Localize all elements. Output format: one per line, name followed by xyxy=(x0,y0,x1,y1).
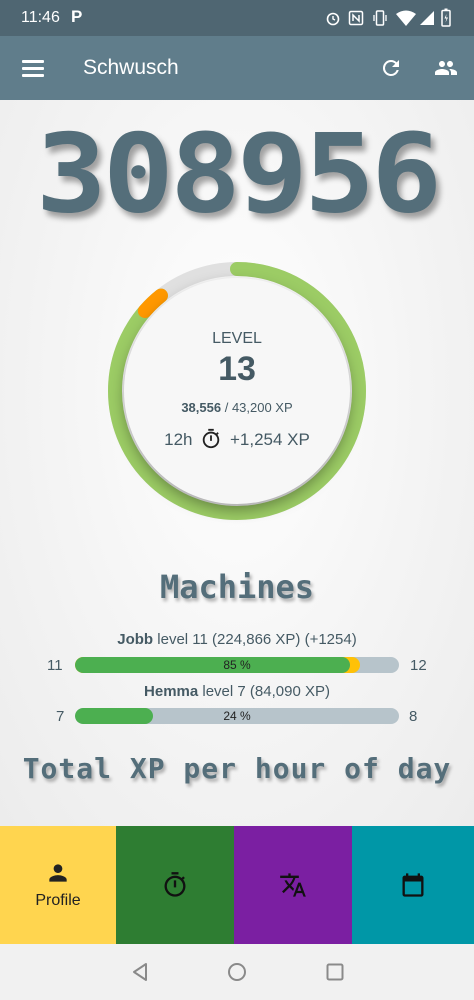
app-title: Schwusch xyxy=(83,56,179,79)
menu-icon[interactable] xyxy=(22,60,44,77)
machine-jobb-line: Jobb level 11 (224,866 XP) (+1254) xyxy=(0,631,474,648)
home-icon[interactable] xyxy=(227,962,247,982)
level-label: LEVEL xyxy=(212,330,262,347)
timer-icon xyxy=(203,428,220,449)
calendar-icon xyxy=(402,873,424,897)
machine-progress-pct: 85 % xyxy=(223,658,251,672)
rate-gain: +1,254 XP xyxy=(229,430,310,449)
machine-hemma-line: Hemma level 7 (84,090 XP) xyxy=(0,683,474,700)
level-value: 13 xyxy=(218,350,256,388)
back-icon[interactable] xyxy=(130,962,150,982)
app-bar: Schwusch xyxy=(0,36,474,100)
nav-tab-profile[interactable]: Profile xyxy=(0,826,116,944)
person-icon xyxy=(49,864,67,882)
xp-rate: 12h +1,254 XP xyxy=(107,428,367,450)
machine-name: Jobb xyxy=(117,631,154,648)
level-card xyxy=(124,278,350,504)
machine-name: Hemma xyxy=(144,683,199,700)
machine-level-from: 7 xyxy=(56,708,65,725)
total-xp-counter: 308956 xyxy=(35,110,442,238)
signal-icon xyxy=(420,11,434,25)
timer-icon xyxy=(164,872,186,897)
nav-tab-timer[interactable] xyxy=(116,826,234,944)
wifi-icon xyxy=(396,10,416,26)
machine-progress-bar: 85 % xyxy=(75,657,399,673)
vibrate-icon xyxy=(373,10,387,26)
machine-level-to: 8 xyxy=(409,708,418,725)
battery-icon xyxy=(441,8,451,27)
machine-progress-pct: 24 % xyxy=(223,709,251,723)
alarm-icon xyxy=(326,12,340,26)
level-xp: 38,556 / 43,200 XP xyxy=(107,400,367,415)
xp-current: 38,556 xyxy=(181,400,222,415)
status-bar: 11:46 P xyxy=(0,0,474,36)
machine-progress-bar: 24 % xyxy=(75,708,399,724)
nfc-icon xyxy=(348,10,364,26)
translate-icon xyxy=(280,873,306,897)
nav-tab-label: Profile xyxy=(35,892,81,909)
machine-level-from: 11 xyxy=(47,657,63,674)
xp-separator: / xyxy=(221,400,232,415)
xp-target: 43,200 XP xyxy=(231,400,293,415)
xp-per-hour-title: Total XP per hour of day xyxy=(22,752,452,785)
machine-level-to: 12 xyxy=(410,657,427,674)
system-nav-bar xyxy=(0,944,474,1000)
recents-icon[interactable] xyxy=(325,962,345,982)
people-icon[interactable] xyxy=(432,56,460,80)
machines-title: Machines xyxy=(159,568,315,606)
rate-hours: 12h xyxy=(164,430,193,449)
status-time: 11:46 xyxy=(21,9,60,26)
machine-detail: level 7 (84,090 XP) xyxy=(198,683,330,700)
nav-tab-calendar[interactable] xyxy=(352,826,474,944)
refresh-icon[interactable] xyxy=(379,56,403,80)
parking-icon: P xyxy=(71,7,83,26)
machine-detail: level 11 (224,866 XP) (+1254) xyxy=(153,631,357,648)
nav-tab-translate[interactable] xyxy=(234,826,352,944)
